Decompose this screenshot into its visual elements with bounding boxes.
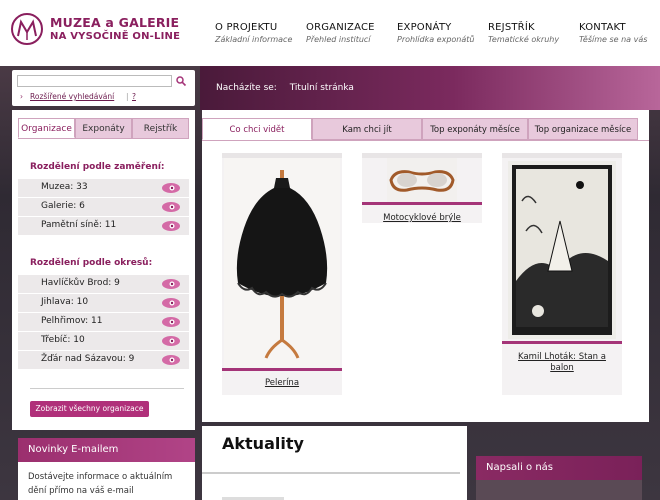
- breadcrumb-prefix: Nacházíte se:: [216, 83, 277, 93]
- nav-item-exponaty[interactable]: EXPONÁTY Prohlídka exponátů: [397, 22, 475, 44]
- list-item-label: Galerie: 6: [41, 201, 85, 211]
- list-item-label: Jihlava: 10: [41, 297, 89, 307]
- exhibit-caption[interactable]: Motocyklové brýle: [366, 213, 478, 224]
- nav-sublabel: Prohlídka exponátů: [397, 35, 475, 44]
- list-item[interactable]: Jihlava: 10: [18, 294, 189, 312]
- divider: [30, 388, 184, 389]
- search-box: › Rozšířené vyhledávání | ?: [12, 70, 195, 106]
- card-stripe: [362, 202, 482, 205]
- district-section-title: Rozdělení podle okresů:: [30, 258, 153, 268]
- press-title[interactable]: Napsali o nás: [476, 456, 642, 480]
- card-topbar: [502, 153, 622, 158]
- search-input[interactable]: [17, 75, 172, 87]
- card-stripe: [222, 368, 342, 371]
- nav-label: KONTAKT: [579, 22, 626, 33]
- nav-sublabel: Základní informace: [215, 35, 293, 44]
- eye-icon[interactable]: [160, 335, 182, 347]
- left-tabs: Organizace Exponáty Rejstřík: [18, 118, 189, 138]
- main-tabs: Co chci vidět Kam chci jít Top exponáty …: [202, 118, 649, 140]
- list-item-label: Havlíčkův Brod: 9: [41, 278, 120, 288]
- tab-co-chci-videt[interactable]: Co chci vidět: [202, 118, 312, 140]
- newsletter-text: Dostávejte informace o aktuálním dění př…: [28, 472, 173, 496]
- goggles-image[interactable]: [387, 158, 457, 202]
- nav-item-kontakt[interactable]: KONTAKT Těšíme se na vás: [579, 22, 647, 44]
- exhibit-caption[interactable]: Kamil Lhoták: Stan a balon: [506, 352, 618, 374]
- eye-icon[interactable]: [160, 354, 182, 366]
- exhibit-caption[interactable]: Pelerína: [226, 378, 338, 389]
- nav-item-organizace[interactable]: ORGANIZACE Přehled institucí: [306, 22, 375, 44]
- focus-section-title: Rozdělení podle zaměření:: [30, 162, 165, 172]
- list-item[interactable]: Galerie: 6: [18, 198, 189, 216]
- tab-rejstrik[interactable]: Rejstřík: [132, 118, 189, 138]
- exhibit-card[interactable]: Kamil Lhoták: Stan a balon: [502, 153, 622, 395]
- exhibit-card[interactable]: Pelerína: [222, 153, 342, 395]
- eye-icon[interactable]: [160, 182, 182, 194]
- nav-label: EXPONÁTY: [397, 22, 452, 33]
- cape-image[interactable]: [224, 158, 340, 368]
- eye-icon[interactable]: [160, 316, 182, 328]
- list-item-label: Pamětní síně: 11: [41, 220, 117, 230]
- nav-label: O PROJEKTU: [215, 22, 278, 33]
- exhibit-card[interactable]: Motocyklové brýle: [362, 153, 482, 223]
- list-item[interactable]: Pelhřimov: 11: [18, 313, 189, 331]
- press-body: [476, 480, 642, 500]
- list-item[interactable]: Žďár nad Sázavou: 9: [18, 351, 189, 369]
- breadcrumb-current[interactable]: Titulní stránka: [290, 83, 354, 93]
- nav-sublabel: Přehled institucí: [306, 35, 371, 44]
- list-item-label: Muzea: 33: [41, 182, 88, 192]
- eye-icon[interactable]: [160, 297, 182, 309]
- tab-underline: [202, 140, 649, 141]
- tab-top-organizace[interactable]: Top organizace měsíce: [528, 118, 638, 140]
- nav-item-o-projektu[interactable]: O PROJEKTU Základní informace: [215, 22, 292, 44]
- nav-sublabel: Těšíme se na vás: [579, 35, 648, 44]
- lithograph-image[interactable]: [508, 161, 616, 339]
- nav-label: ORGANIZACE: [306, 22, 375, 33]
- show-all-organizations-button[interactable]: Zobrazit všechny organizace: [30, 401, 149, 417]
- press-box: Napsali o nás: [476, 456, 642, 500]
- eye-icon[interactable]: [160, 201, 182, 213]
- list-item[interactable]: Muzea: 33: [18, 179, 189, 197]
- section-divider: [202, 472, 460, 474]
- newsletter-box: Novinky E-mailem Dostávejte informace o …: [18, 438, 195, 500]
- tab-top-exponaty[interactable]: Top exponáty měsíce: [422, 118, 528, 140]
- advanced-search-link[interactable]: Rozšířené vyhledávání: [30, 92, 114, 101]
- site-header: MUZEA a GALERIE NA VYSOČINĚ ON-LINE O PR…: [0, 0, 660, 66]
- search-icon[interactable]: [175, 75, 187, 87]
- list-item-label: Žďár nad Sázavou: 9: [41, 354, 135, 364]
- organizations-panel: Organizace Exponáty Rejstřík Rozdělení p…: [12, 110, 195, 430]
- tab-underline: [18, 138, 189, 139]
- main-nav: O PROJEKTU Základní informace ORGANIZACE…: [0, 22, 660, 52]
- eye-icon[interactable]: [160, 220, 182, 232]
- help-link[interactable]: ?: [132, 92, 136, 101]
- breadcrumb: Nacházíte se: Titulní stránka: [216, 83, 364, 93]
- tab-kam-chci-jit[interactable]: Kam chci jít: [312, 118, 422, 140]
- aktuality-heading: Aktuality: [222, 434, 304, 453]
- link-separator: |: [126, 92, 129, 101]
- nav-item-rejstrik[interactable]: REJSTŘÍK Tematické okruhy: [488, 22, 559, 44]
- list-item-label: Pelhřimov: 11: [41, 316, 103, 326]
- chevron-right-icon: ›: [20, 92, 23, 101]
- list-item-label: Třebíč: 10: [41, 335, 85, 345]
- card-stripe: [502, 341, 622, 344]
- list-item[interactable]: Třebíč: 10: [18, 332, 189, 350]
- tab-organizace[interactable]: Organizace: [18, 118, 75, 138]
- list-item[interactable]: Pamětní síně: 11: [18, 217, 189, 235]
- eye-icon[interactable]: [160, 278, 182, 290]
- newsletter-title[interactable]: Novinky E-mailem: [18, 438, 195, 462]
- tab-exponaty[interactable]: Exponáty: [75, 118, 132, 138]
- nav-label: REJSTŘÍK: [488, 22, 535, 33]
- exhibits-panel: Co chci vidět Kam chci jít Top exponáty …: [202, 110, 649, 422]
- nav-sublabel: Tematické okruhy: [488, 35, 560, 44]
- list-item[interactable]: Havlíčkův Brod: 9: [18, 275, 189, 293]
